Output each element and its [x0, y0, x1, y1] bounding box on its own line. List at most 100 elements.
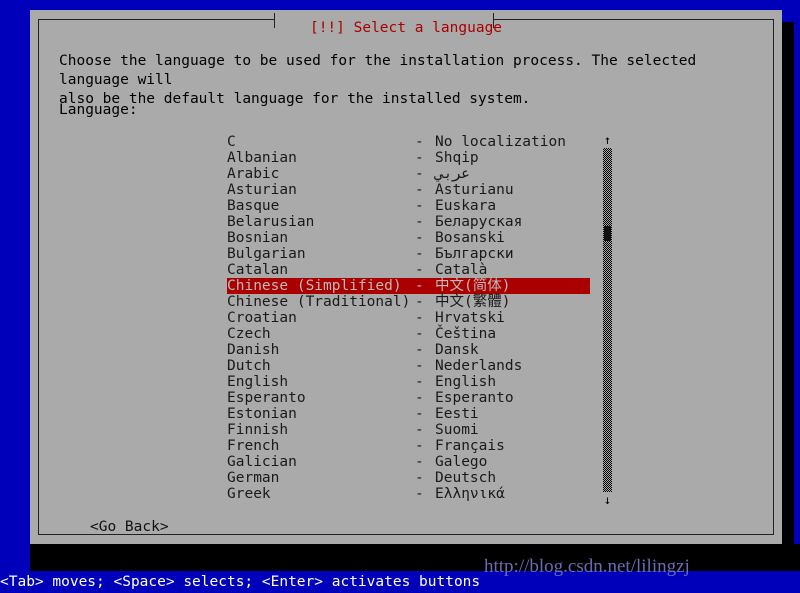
language-list-item[interactable]: Belarusian - Беларуская — [227, 214, 592, 230]
language-list-item[interactable]: Danish - Dansk — [227, 342, 592, 358]
language-separator: - — [415, 230, 424, 246]
language-separator: - — [415, 246, 424, 262]
scroll-up-arrow-icon[interactable]: ↑ — [601, 134, 614, 146]
language-native-name: Asturianu — [435, 182, 514, 198]
watermark: http://blog.csdn.net/lilingzj — [484, 556, 690, 577]
language-list-item[interactable]: Bulgarian - Български — [227, 246, 592, 262]
language-name: Catalan — [227, 262, 289, 278]
scrollbar-thumb[interactable] — [604, 226, 611, 241]
select-language-dialog: [!!] Select a language Choose the langua… — [30, 10, 782, 544]
language-separator: - — [415, 326, 424, 342]
language-name: Belarusian — [227, 214, 315, 230]
language-list-scrollbar[interactable]: ↑ ↓ — [601, 134, 614, 506]
language-native-name: Esperanto — [435, 390, 514, 406]
language-name: Galician — [227, 454, 297, 470]
language-native-name: Deutsch — [435, 470, 497, 486]
language-list-item[interactable]: Galician - Galego — [227, 454, 592, 470]
language-native-name: No localization — [435, 134, 566, 150]
lower-left-blue-strip — [0, 544, 30, 571]
language-name: Bosnian — [227, 230, 289, 246]
language-list-item[interactable]: Asturian - Asturianu — [227, 182, 592, 198]
language-name: Asturian — [227, 182, 297, 198]
language-separator: - — [415, 438, 424, 454]
language-name: English — [227, 374, 289, 390]
language-list[interactable]: C - No localization Albanian - Shqip Arabic - عر… — [227, 134, 592, 506]
installer-screen: [!!] Select a language Choose the langua… — [0, 0, 800, 593]
language-native-name: Galego — [435, 454, 488, 470]
language-separator: - — [415, 214, 424, 230]
language-native-name: Ελληνικά — [435, 486, 505, 502]
language-separator: - — [415, 278, 424, 294]
language-separator: - — [415, 358, 424, 374]
language-separator: - — [415, 134, 424, 150]
language-native-name: Čeština — [435, 326, 497, 342]
language-native-name: Dansk — [435, 342, 479, 358]
language-name: German — [227, 470, 280, 486]
language-separator: - — [415, 342, 424, 358]
language-list-item[interactable]: Croatian - Hrvatski — [227, 310, 592, 326]
language-separator: - — [415, 486, 424, 502]
scrollbar-trough[interactable] — [603, 148, 612, 492]
language-name: Danish — [227, 342, 280, 358]
language-native-name: Български — [435, 246, 514, 262]
language-separator: - — [415, 454, 424, 470]
language-native-name: 中文(简体) — [435, 278, 511, 294]
language-label: Language: — [59, 102, 138, 118]
language-list-item[interactable]: Esperanto - Esperanto — [227, 390, 592, 406]
language-name: French — [227, 438, 280, 454]
language-name: Finnish — [227, 422, 289, 438]
language-native-name: Nederlands — [435, 358, 523, 374]
language-name: Chinese (Simplified) — [227, 278, 402, 294]
language-list-item[interactable]: German - Deutsch — [227, 470, 592, 486]
language-list-item[interactable]: Chinese (Traditional) - 中文(繁體) — [227, 294, 592, 310]
dialog-title: [!!] Select a language — [309, 20, 503, 36]
language-list-item[interactable]: French - Français — [227, 438, 592, 454]
scroll-down-arrow-icon[interactable]: ↓ — [601, 494, 614, 506]
language-list-item[interactable]: English - English — [227, 374, 592, 390]
language-name: C — [227, 134, 236, 150]
language-list-item[interactable]: Bosnian - Bosanski — [227, 230, 592, 246]
language-list-item[interactable]: Basque - Euskara — [227, 198, 592, 214]
language-list-item[interactable]: Albanian - Shqip — [227, 150, 592, 166]
language-name: Croatian — [227, 310, 297, 326]
language-separator: - — [415, 406, 424, 422]
language-separator: - — [415, 390, 424, 406]
language-native-name: Shqip — [435, 150, 479, 166]
language-native-name: Català — [435, 262, 488, 278]
language-list-item[interactable]: Czech - Čeština — [227, 326, 592, 342]
language-separator: - — [415, 166, 424, 182]
language-list-item[interactable]: Arabic - عربي — [227, 166, 592, 182]
language-name: Esperanto — [227, 390, 306, 406]
language-separator: - — [415, 422, 424, 438]
language-name: Czech — [227, 326, 271, 342]
language-name: Greek — [227, 486, 271, 502]
language-separator: - — [415, 198, 424, 214]
language-list-item[interactable]: Greek - Ελληνικά — [227, 486, 592, 502]
intro-text: Choose the language to be used for the i… — [59, 53, 697, 107]
language-separator: - — [415, 150, 424, 166]
language-native-name: Hrvatski — [435, 310, 505, 326]
language-name: Dutch — [227, 358, 271, 374]
status-bar-text: <Tab> moves; <Space> selects; <Enter> ac… — [0, 574, 481, 590]
language-native-name: Bosanski — [435, 230, 505, 246]
language-name: Basque — [227, 198, 280, 214]
language-separator: - — [415, 374, 424, 390]
language-list-item[interactable]: Estonian - Eesti — [227, 406, 592, 422]
language-list-item[interactable]: Chinese (Simplified) - 中文(简体) — [227, 278, 590, 294]
language-native-name: Français — [435, 438, 505, 454]
language-separator: - — [415, 182, 424, 198]
go-back-button[interactable]: <Go Back> — [90, 519, 169, 535]
language-list-item[interactable]: Catalan - Català — [227, 262, 592, 278]
language-native-name: Suomi — [435, 422, 479, 438]
language-separator: - — [415, 294, 424, 310]
language-native-name: English — [435, 374, 497, 390]
language-name: Arabic — [227, 166, 280, 182]
language-list-item[interactable]: C - No localization — [227, 134, 592, 150]
language-native-name: Eesti — [435, 406, 479, 422]
language-name: Estonian — [227, 406, 297, 422]
language-native-name: Euskara — [435, 198, 497, 214]
language-separator: - — [415, 470, 424, 486]
language-name: Chinese (Traditional) — [227, 294, 411, 310]
language-list-item[interactable]: Finnish - Suomi — [227, 422, 592, 438]
language-list-item[interactable]: Dutch - Nederlands — [227, 358, 592, 374]
